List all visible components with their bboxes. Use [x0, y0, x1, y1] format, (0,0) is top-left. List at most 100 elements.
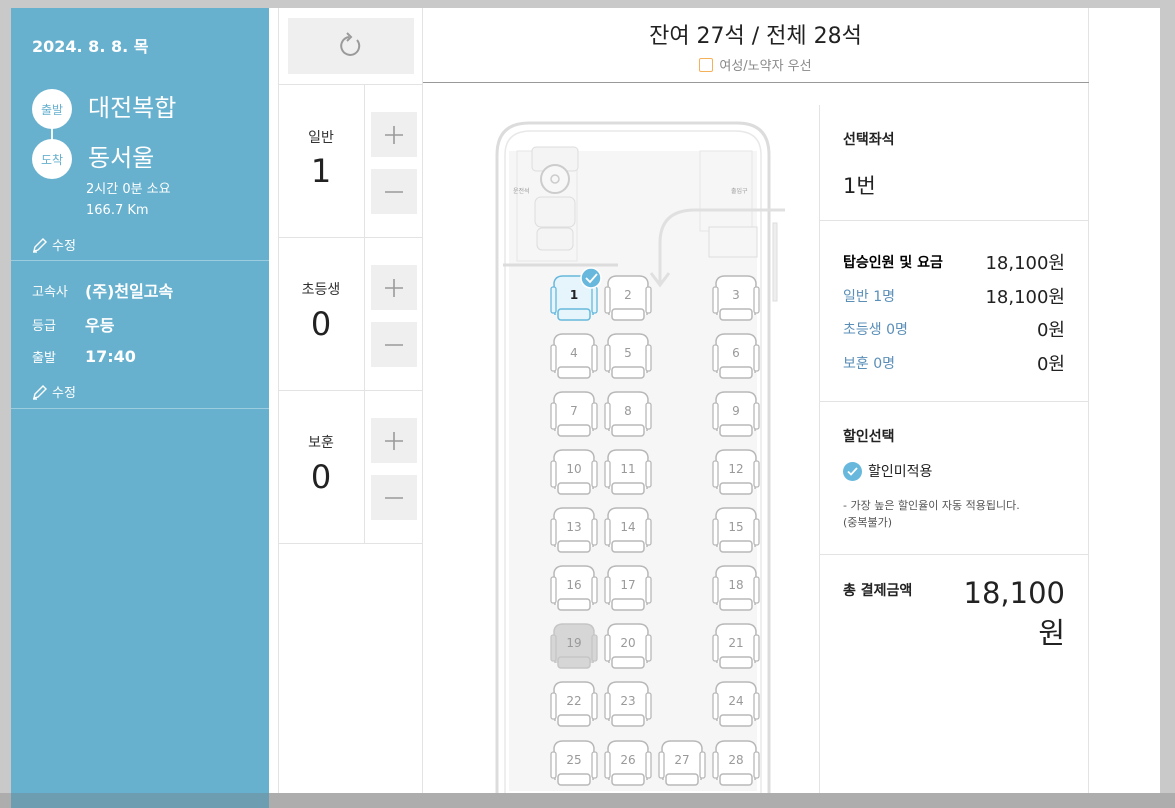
decrease-general-button[interactable]	[371, 169, 417, 214]
discount-note-line: (중복불가)	[843, 516, 893, 529]
pencil-icon	[33, 384, 47, 400]
priority-legend: 여성/노약자 우선	[423, 55, 1088, 74]
pencil-icon	[33, 237, 47, 253]
fare-label: 보훈 0명	[843, 356, 895, 372]
depart-time: 17:40	[85, 347, 136, 366]
passenger-count-veteran: 0	[310, 458, 332, 496]
discount-option-label: 할인미적용	[868, 464, 933, 480]
seat-13[interactable]: 13	[550, 507, 598, 553]
driver-label: 운전석	[513, 187, 530, 195]
decrease-child-button[interactable]	[371, 322, 417, 367]
seat-number: 15	[728, 520, 743, 534]
plus-icon	[385, 431, 403, 450]
row-border	[819, 554, 1089, 555]
seat-number: 5	[624, 346, 632, 360]
edit-route-button[interactable]: 수정	[32, 235, 76, 254]
seat-26[interactable]: 26	[604, 740, 652, 786]
trip-date: 2024. 8. 8. 목	[32, 37, 149, 56]
discount-note-line: - 가장 높은 할인율이 자동 적용됩니다.	[843, 499, 1020, 512]
minus-icon	[385, 190, 403, 193]
fare-label: 일반 1명	[843, 289, 895, 305]
increase-veteran-button[interactable]	[371, 418, 417, 463]
plus-icon	[385, 125, 403, 144]
seat-16[interactable]: 16	[550, 565, 598, 611]
edit-schedule-button[interactable]: 수정	[32, 382, 76, 401]
trip-sidebar: 2024. 8. 8. 목 출발 도착 대전복합 동서울 2시간 0분 소요 1…	[11, 8, 269, 808]
seat-24[interactable]: 24	[712, 681, 760, 727]
seat-number: 10	[566, 462, 581, 476]
seat-number: 12	[728, 462, 743, 476]
fare-value: 0원	[1036, 354, 1065, 375]
passenger-type-child: 초등생	[301, 282, 341, 298]
seat-11[interactable]: 11	[604, 449, 652, 495]
seat-28[interactable]: 28	[712, 740, 760, 786]
seat-12[interactable]: 12	[712, 449, 760, 495]
divider	[11, 408, 269, 409]
minus-icon	[385, 496, 403, 499]
seat-number: 4	[570, 346, 578, 360]
increase-general-button[interactable]	[371, 112, 417, 157]
seat-23[interactable]: 23	[604, 681, 652, 727]
seat-20[interactable]: 20	[604, 623, 652, 669]
passenger-type-general: 일반	[308, 130, 334, 146]
seat-6[interactable]: 6	[712, 333, 760, 379]
seat-number: 17	[620, 578, 635, 592]
seat-21[interactable]: 21	[712, 623, 760, 669]
company-label: 고속사	[32, 284, 68, 300]
seat-number: 18	[728, 578, 743, 592]
seat-number: 7	[570, 404, 578, 418]
trip-duration: 2시간 0분 소요	[86, 182, 171, 197]
seat-number: 1	[570, 288, 578, 302]
seat-number: 2	[624, 288, 632, 302]
seat-4[interactable]: 4	[550, 333, 598, 379]
seat-2[interactable]: 2	[604, 275, 652, 321]
seat-17[interactable]: 17	[604, 565, 652, 611]
row-border	[278, 543, 423, 544]
discount-note: - 가장 높은 할인율이 자동 적용됩니다. (중복불가)	[843, 497, 1073, 531]
seat-number: 9	[732, 404, 740, 418]
total-amount: 18,100원	[963, 576, 1065, 650]
seat-27[interactable]: 27	[658, 740, 706, 786]
seat-3[interactable]: 3	[712, 275, 760, 321]
row-border	[819, 220, 1089, 221]
seat-number: 20	[620, 636, 635, 650]
passenger-count-general: 1	[310, 152, 332, 190]
seat-18[interactable]: 18	[712, 565, 760, 611]
seat-number: 6	[732, 346, 740, 360]
row-border	[819, 401, 1089, 402]
seat-7[interactable]: 7	[550, 391, 598, 437]
seat-9[interactable]: 9	[712, 391, 760, 437]
departure-city: 대전복합	[88, 94, 177, 122]
seat-number: 23	[620, 694, 635, 708]
seat-number: 13	[566, 520, 581, 534]
plus-icon	[385, 278, 403, 297]
discount-title: 할인선택	[843, 429, 895, 445]
total-label: 총 결제금액	[843, 583, 913, 599]
steering-wheel-icon	[531, 146, 579, 251]
seat-25[interactable]: 25	[550, 740, 598, 786]
fare-row-veteran: 보훈 0명 0원	[843, 350, 1065, 376]
seat-14[interactable]: 14	[604, 507, 652, 553]
increase-child-button[interactable]	[371, 265, 417, 310]
seat-8[interactable]: 8	[604, 391, 652, 437]
seat-22[interactable]: 22	[550, 681, 598, 727]
seat-10[interactable]: 10	[550, 449, 598, 495]
refresh-icon	[340, 32, 361, 56]
seat-number: 24	[728, 694, 743, 708]
row-border	[278, 84, 423, 85]
fare-total: 18,100원	[985, 253, 1065, 274]
fare-title: 탑승인원 및 요금	[843, 255, 943, 271]
no-discount-option[interactable]: 할인미적용	[843, 461, 932, 481]
grade-row: 등급 우등	[32, 312, 114, 336]
seat-5[interactable]: 5	[604, 333, 652, 379]
fare-total-row: 탑승인원 및 요금 18,100원	[843, 249, 1065, 275]
refresh-button[interactable]	[288, 18, 414, 74]
decrease-veteran-button[interactable]	[371, 475, 417, 520]
seat-15[interactable]: 15	[712, 507, 760, 553]
seat-number: 14	[620, 520, 635, 534]
selected-seat-label: 선택좌석	[843, 132, 895, 148]
seat-number: 22	[566, 694, 581, 708]
minus-icon	[385, 343, 403, 346]
seat-number: 19	[566, 636, 581, 650]
depart-time-row: 출발 17:40	[32, 347, 136, 366]
